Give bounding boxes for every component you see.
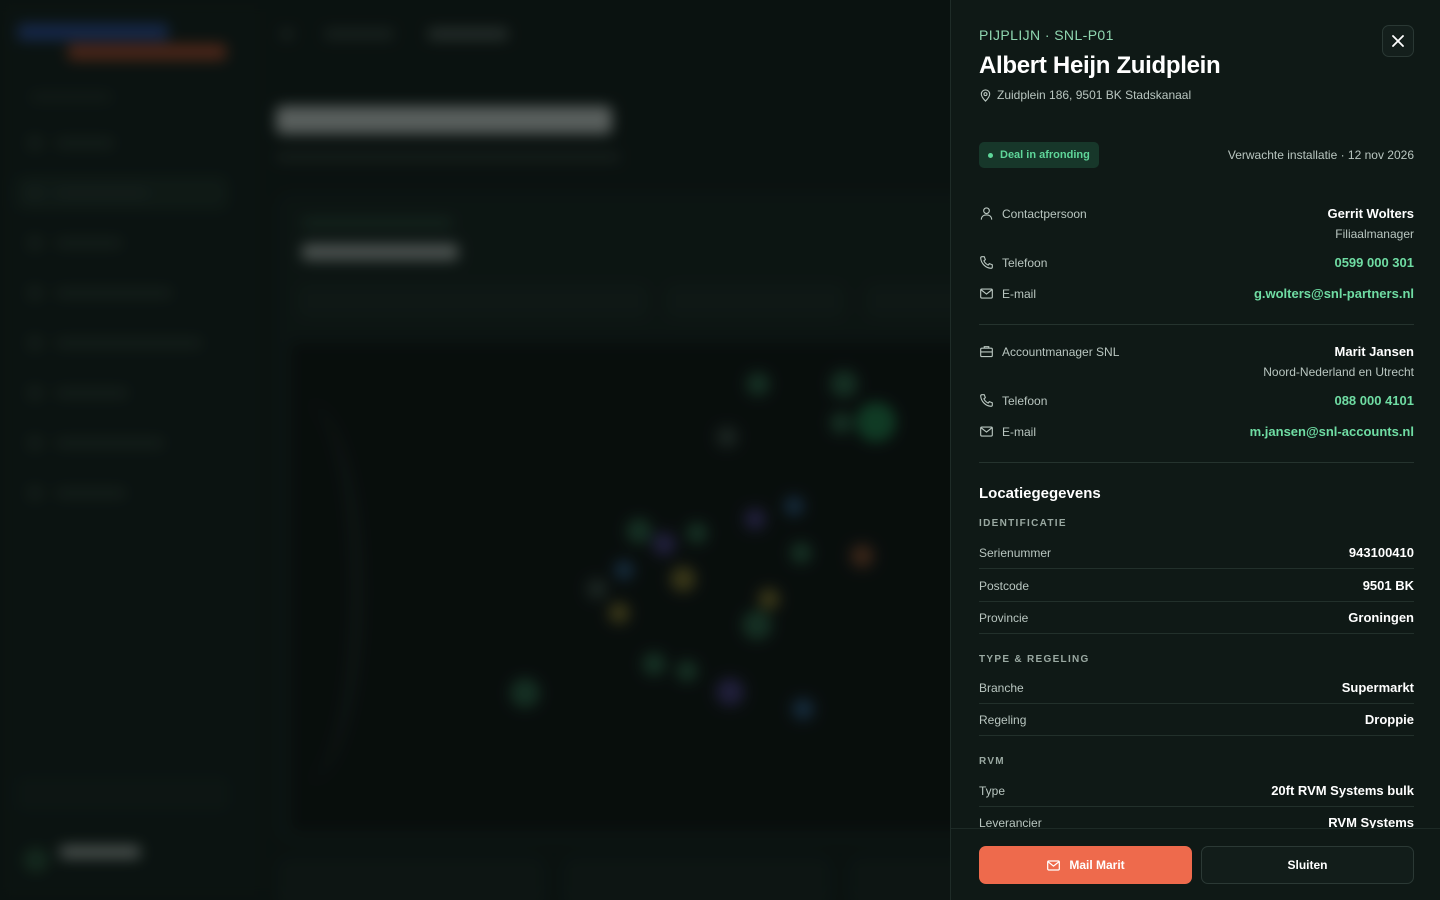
drawer-footer: Mail Marit Sluiten xyxy=(951,828,1440,900)
divider xyxy=(979,462,1414,463)
detail-value: 9501 BK xyxy=(1362,578,1414,593)
detail-value: 943100410 xyxy=(1348,545,1414,560)
status-dot xyxy=(988,152,993,158)
address-text: Zuidplein 186, 9501 BK Stadskanaal xyxy=(997,88,1192,102)
phone-icon xyxy=(979,393,994,408)
detail-key: Type xyxy=(979,783,1006,798)
account-manager-phone-link[interactable]: 088 000 4101 xyxy=(1334,393,1414,408)
type-group-label: TYPE & REGELING xyxy=(979,654,1090,665)
close-button[interactable] xyxy=(1382,25,1414,57)
mail-icon xyxy=(1046,858,1061,873)
detail-row-postcode: Postcode 9501 BK xyxy=(979,570,1414,602)
contact-email-link[interactable]: g.wolters@snl-partners.nl xyxy=(1254,286,1414,301)
account-manager-phone-row: Telefoon 088 000 4101 xyxy=(979,393,1414,408)
account-manager-label: Accountmanager SNL xyxy=(1002,344,1120,359)
contact-person-label: Contactpersoon xyxy=(1002,206,1087,221)
account-manager-email-row: E-mail m.jansen@snl-accounts.nl xyxy=(979,424,1414,439)
mail-marit-label: Mail Marit xyxy=(1069,858,1125,872)
account-manager-phone-label: Telefoon xyxy=(1002,393,1048,408)
detail-key: Regeling xyxy=(979,712,1027,727)
detail-row-supplier: Leverancier RVM Systems xyxy=(979,807,1414,828)
mail-marit-button[interactable]: Mail Marit xyxy=(979,846,1192,884)
status-row: Deal in afronding Verwachte installatie … xyxy=(979,142,1414,168)
detail-key: Postcode xyxy=(979,578,1030,593)
detail-key: Provincie xyxy=(979,610,1029,625)
phone-icon xyxy=(979,255,994,270)
background-logo xyxy=(18,24,168,40)
detail-key: Branche xyxy=(979,680,1024,695)
detail-row-rvm-type: Type 20ft RVM Systems bulk xyxy=(979,775,1414,807)
detail-row-scheme: Regeling Droppie xyxy=(979,704,1414,736)
contact-role: Filiaalmanager xyxy=(1335,227,1414,241)
location-title: Albert Heijn Zuidplein xyxy=(979,52,1221,79)
map-pin-icon xyxy=(979,88,992,102)
pipeline-id: PIJPLIJN · SNL-P01 xyxy=(979,27,1114,43)
mail-icon xyxy=(979,424,994,439)
mail-icon xyxy=(979,286,994,301)
background-main xyxy=(262,0,1118,900)
expected-install-date: Verwachte installatie · 12 nov 2026 xyxy=(1227,148,1414,162)
account-manager-name: Marit Jansen xyxy=(1334,344,1414,359)
location-detail-drawer: PIJPLIJN · SNL-P01 Albert Heijn Zuidplei… xyxy=(950,0,1440,900)
user-icon xyxy=(979,206,994,221)
detail-row-branch: Branche Supermarkt xyxy=(979,672,1414,704)
identification-group-label: IDENTIFICATIE xyxy=(979,518,1067,529)
location-details-title: Locatiegegevens xyxy=(979,485,1101,502)
account-manager-region: Noord-Nederland en Utrecht xyxy=(1263,365,1414,379)
detail-value: Droppie xyxy=(1364,712,1414,727)
divider xyxy=(979,324,1414,325)
status-badge: Deal in afronding xyxy=(979,142,1099,168)
account-manager-email-link[interactable]: m.jansen@snl-accounts.nl xyxy=(1250,424,1414,439)
detail-row-province: Provincie Groningen xyxy=(979,602,1414,634)
drawer-scroll-area[interactable]: PIJPLIJN · SNL-P01 Albert Heijn Zuidplei… xyxy=(951,0,1440,828)
contact-phone-label: Telefoon xyxy=(1002,255,1048,270)
contact-person-row: Contactpersoon Gerrit Wolters Filiaalman… xyxy=(979,206,1414,241)
detail-key: Serienummer xyxy=(979,545,1052,560)
detail-row-serial: Serienummer 943100410 xyxy=(979,537,1414,569)
close-drawer-button[interactable]: Sluiten xyxy=(1201,846,1414,884)
contact-phone-link[interactable]: 0599 000 301 xyxy=(1334,255,1414,270)
background-map xyxy=(290,342,976,832)
detail-value: RVM Systems xyxy=(1328,815,1414,828)
briefcase-icon xyxy=(979,344,994,359)
status-badge-label: Deal in afronding xyxy=(1000,149,1090,161)
detail-value: 20ft RVM Systems bulk xyxy=(1271,783,1414,798)
detail-key: Leverancier xyxy=(979,815,1042,829)
detail-value: Supermarkt xyxy=(1341,680,1414,695)
detail-value: Groningen xyxy=(1348,610,1414,625)
rvm-group-label: RVM xyxy=(979,756,1005,767)
background-sidebar xyxy=(0,0,262,900)
contact-email-row: E-mail g.wolters@snl-partners.nl xyxy=(979,286,1414,301)
contact-phone-row: Telefoon 0599 000 301 xyxy=(979,255,1414,270)
account-manager-email-label: E-mail xyxy=(1002,424,1037,439)
address: Zuidplein 186, 9501 BK Stadskanaal xyxy=(979,88,1191,102)
account-manager-row: Accountmanager SNL Marit Jansen Noord-Ne… xyxy=(979,344,1414,379)
contact-email-label: E-mail xyxy=(1002,286,1037,301)
close-icon xyxy=(1391,34,1405,48)
contact-name: Gerrit Wolters xyxy=(1327,206,1414,221)
